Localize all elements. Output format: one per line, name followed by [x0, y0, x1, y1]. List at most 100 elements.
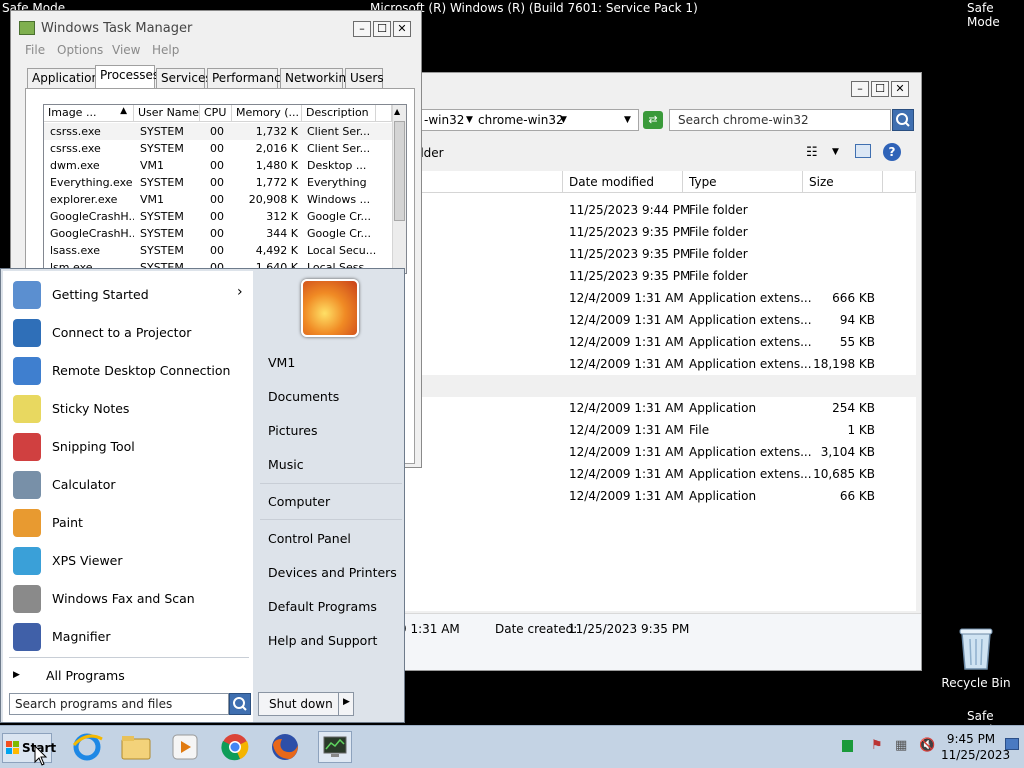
close-button[interactable]: ✕ — [393, 21, 411, 37]
process-row[interactable]: Everything.exe SYSTEM 00 1,772 K Everything — [44, 174, 392, 191]
start-menu[interactable]: Getting Started › Connect to a Projector Re… — [0, 268, 405, 723]
start-right-item[interactable]: Default Programs — [268, 599, 377, 614]
tab-processes[interactable]: Processes — [95, 65, 159, 89]
start-right-item[interactable]: Control Panel — [268, 531, 351, 546]
start-program-item[interactable]: Snipping Tool — [9, 429, 249, 465]
chevron-down-icon[interactable]: ▼ — [832, 147, 839, 157]
refresh-icon[interactable]: ⇄ — [643, 111, 663, 129]
column-header-date[interactable]: Date modified — [563, 171, 683, 193]
file-row[interactable]: 11/25/2023 9:35 PM File folder — [383, 243, 916, 265]
file-row[interactable]: 12/4/2009 1:31 AM Application 254 KB — [383, 397, 916, 419]
start-right-item[interactable]: Documents — [268, 389, 339, 404]
search-icon[interactable] — [892, 109, 914, 131]
start-search-input[interactable]: Search programs and files — [9, 693, 229, 715]
process-list-scrollbar[interactable]: ▲ — [392, 105, 406, 273]
firefox-icon[interactable] — [268, 731, 302, 763]
shutdown-button[interactable]: Shut down ▶ — [258, 692, 354, 716]
process-row[interactable]: dwm.exe VM1 00 1,480 K Desktop ... — [44, 157, 392, 174]
menu-view[interactable]: View — [112, 43, 140, 57]
user-name[interactable]: VM1 — [268, 355, 295, 370]
close-button[interactable]: ✕ — [891, 81, 909, 97]
shutdown-options-icon[interactable]: ▶ — [343, 697, 350, 707]
all-programs-button[interactable]: All Programs — [46, 668, 125, 683]
start-program-item[interactable]: Connect to a Projector — [9, 315, 249, 351]
start-right-item[interactable]: Devices and Printers — [268, 565, 397, 580]
search-input[interactable]: Search chrome-win32 — [669, 109, 891, 131]
process-row[interactable]: csrss.exe SYSTEM 00 2,016 K Client Ser... — [44, 140, 392, 157]
process-row[interactable]: explorer.exe VM1 00 20,908 K Windows ... — [44, 191, 392, 208]
tab-services[interactable]: Services — [156, 68, 212, 88]
chevron-down-icon[interactable]: ▼ — [560, 115, 567, 125]
battery-icon[interactable] — [842, 740, 853, 752]
chevron-down-icon[interactable]: ▼ — [466, 115, 473, 125]
show-desktop-icon[interactable] — [1005, 738, 1019, 750]
menu-file[interactable]: File — [25, 43, 45, 57]
volume-icon[interactable]: 🔇 — [919, 738, 935, 753]
start-right-item[interactable]: Help and Support — [268, 633, 377, 648]
column-header-type[interactable]: Type — [683, 171, 803, 193]
column-header-cpu[interactable]: CPU — [200, 105, 232, 122]
scrollbar-thumb[interactable] — [394, 121, 405, 221]
file-row[interactable]: 12/4/2009 1:31 AM File 1 KB — [383, 419, 916, 441]
start-right-item[interactable]: Pictures — [268, 423, 318, 438]
tab-applications[interactable]: Applications — [27, 68, 105, 88]
start-program-item[interactable]: Magnifier — [9, 619, 249, 655]
view-options-icon[interactable]: ☷ — [806, 145, 818, 160]
file-row[interactable]: 12/4/2009 1:31 AM Application extens... 55… — [383, 331, 916, 353]
maximize-button[interactable]: ☐ — [871, 81, 889, 97]
minimize-button[interactable]: – — [851, 81, 869, 97]
all-programs-arrow-icon[interactable]: ▶ — [13, 670, 20, 680]
network-icon[interactable]: ▦ — [895, 738, 907, 753]
recycle-bin[interactable]: Recycle Bin — [940, 625, 1012, 695]
search-icon[interactable] — [229, 693, 251, 715]
help-icon[interactable]: ? — [883, 143, 901, 161]
preview-pane-icon[interactable] — [855, 144, 871, 158]
process-row[interactable]: lsass.exe SYSTEM 00 4,492 K Local Secu... — [44, 242, 392, 259]
task-manager-taskbar-icon[interactable] — [318, 731, 352, 763]
start-program-item[interactable]: Calculator — [9, 467, 249, 503]
column-header-size[interactable]: Size — [803, 171, 883, 193]
submenu-arrow-icon[interactable]: › — [237, 284, 243, 300]
clock-date[interactable]: 11/25/2023 — [941, 748, 1010, 762]
media-player-icon[interactable] — [168, 731, 202, 763]
column-header-extra[interactable] — [883, 171, 916, 193]
address-dropdown-icon[interactable]: ▼ — [624, 115, 631, 125]
file-row[interactable]: 11/25/2023 9:44 PM File folder — [383, 199, 916, 221]
maximize-button[interactable]: ☐ — [373, 21, 391, 37]
scroll-up-icon[interactable]: ▲ — [394, 107, 400, 116]
file-row[interactable]: 12/4/2009 1:31 AM Application extens... 94… — [383, 309, 916, 331]
column-header-memory[interactable]: Memory (... — [232, 105, 302, 122]
file-list[interactable]: Date modified Type Size 11/25/2023 9:44 … — [383, 171, 916, 611]
column-header-image[interactable]: Image ... ▲ — [44, 105, 134, 122]
file-row[interactable]: 11/25/2023 9:35 PM File folder — [383, 221, 916, 243]
user-avatar[interactable] — [301, 279, 359, 337]
chrome-icon[interactable] — [218, 731, 252, 763]
minimize-button[interactable]: – — [353, 21, 371, 37]
start-program-item[interactable]: Remote Desktop Connection — [9, 353, 249, 389]
tab-users[interactable]: Users — [345, 68, 384, 88]
breadcrumb-parent[interactable]: -win32 — [424, 113, 464, 127]
internet-explorer-icon[interactable] — [70, 731, 104, 763]
start-program-item[interactable]: Paint — [9, 505, 249, 541]
column-header-user[interactable]: User Name — [134, 105, 200, 122]
explorer-window[interactable]: – ☐ ✕ -win32 ▼ chrome-win32 ▼ ▼ ⇄ Search… — [382, 72, 922, 671]
start-program-item[interactable]: Getting Started › — [9, 277, 249, 313]
start-program-item[interactable]: XPS Viewer — [9, 543, 249, 579]
tab-networking[interactable]: Networking — [280, 68, 354, 88]
process-row[interactable]: GoogleCrashH... SYSTEM 00 344 K Google Cr... — [44, 225, 392, 242]
start-right-item[interactable]: Computer — [268, 494, 330, 509]
file-row[interactable]: 12/4/2009 1:31 AM Application 66 KB — [383, 485, 916, 507]
tab-performance[interactable]: Performance — [207, 68, 288, 88]
column-header-description[interactable]: Description — [302, 105, 376, 122]
process-row[interactable]: csrss.exe SYSTEM 00 1,732 K Client Ser... — [44, 123, 392, 140]
file-row[interactable]: 12/4/2009 1:31 AM Application extens... 3,… — [383, 441, 916, 463]
menu-help[interactable]: Help — [152, 43, 179, 57]
file-row[interactable]: 11/25/2023 9:35 PM File folder — [383, 265, 916, 287]
file-row[interactable]: 12/4/2009 1:31 AM Application extens... 66… — [383, 287, 916, 309]
action-center-icon[interactable]: ⚑ — [871, 738, 883, 753]
file-row[interactable]: 12/4/2009 1:31 AM Application extens... 10… — [383, 463, 916, 485]
process-list[interactable]: Image ... ▲ User Name CPU Memory (... Des… — [43, 104, 407, 274]
start-program-item[interactable]: Windows Fax and Scan — [9, 581, 249, 617]
menu-options[interactable]: Options — [57, 43, 103, 57]
process-row[interactable]: GoogleCrashH... SYSTEM 00 312 K Google Cr... — [44, 208, 392, 225]
